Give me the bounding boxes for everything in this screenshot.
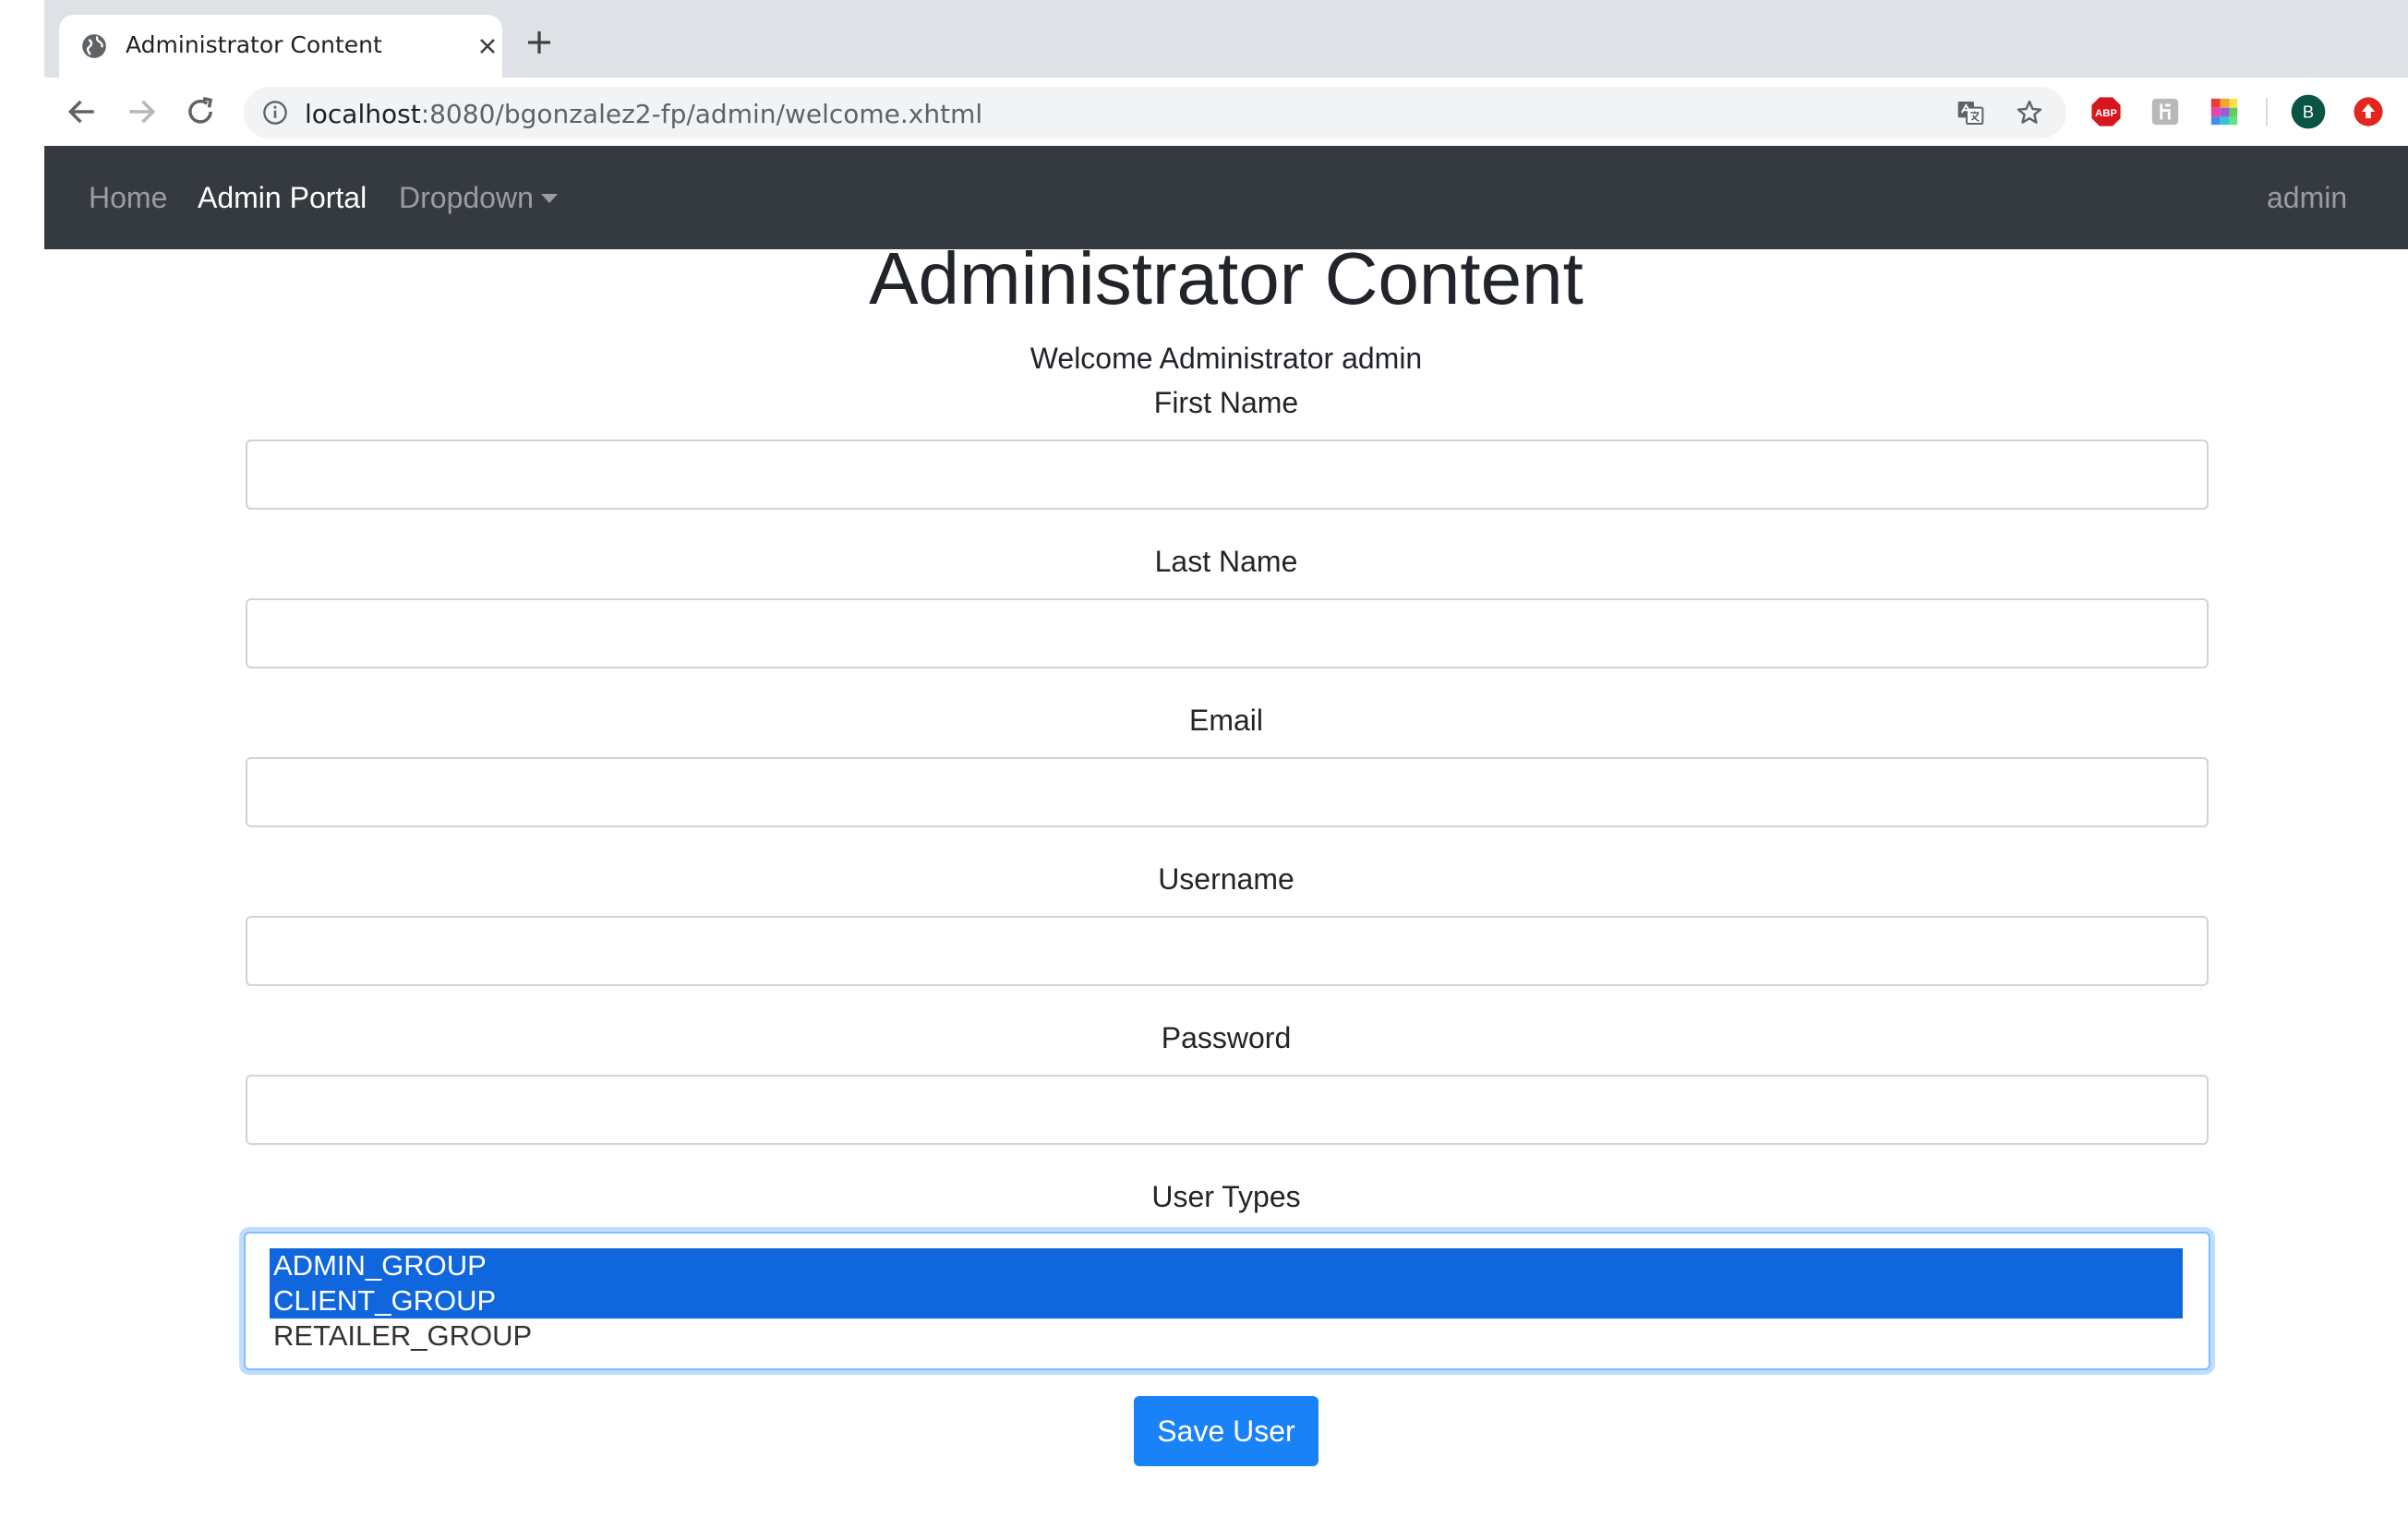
url-path: :8080/bgonzalez2-fp/admin/welcome.xhtml — [420, 99, 983, 129]
site-navbar: Home Admin Portal Dropdown admin — [44, 146, 2408, 249]
extension-icon[interactable] — [2149, 96, 2181, 127]
username-input[interactable] — [246, 916, 2209, 986]
last-name-label: Last Name — [1154, 545, 1298, 578]
abp-label: ABP — [2095, 108, 2117, 119]
toolbar-divider — [2266, 98, 2268, 126]
page-title: Administrator Content — [869, 237, 1583, 319]
user-types-multiselect[interactable]: ADMIN_GROUP CLIENT_GROUP RETAILER_GROUP — [244, 1232, 2210, 1370]
nav-dropdown-toggle[interactable]: Dropdown — [399, 181, 558, 215]
new-tab-icon[interactable] — [524, 28, 554, 57]
first-name-input[interactable] — [246, 439, 2209, 510]
browser-window: Administrator Content localhost:8080/bgo… — [44, 0, 2408, 146]
user-type-option-admin[interactable]: ADMIN_GROUP — [270, 1248, 2183, 1283]
info-icon[interactable] — [262, 100, 288, 126]
password-input[interactable] — [246, 1075, 2209, 1145]
user-type-option-retailer[interactable]: RETAILER_GROUP — [270, 1318, 2183, 1354]
last-name-input[interactable] — [246, 598, 2209, 668]
globe-icon — [82, 34, 106, 58]
reload-icon[interactable] — [183, 94, 218, 129]
bookmark-star-icon[interactable] — [2015, 98, 2044, 127]
welcome-text: Welcome Administrator admin — [1029, 342, 1423, 375]
browser-toolbar: localhost:8080/bgonzalez2-fp/admin/welco… — [44, 78, 2408, 146]
user-types-label: User Types — [1151, 1180, 1301, 1213]
color-picker-icon[interactable] — [2209, 96, 2240, 127]
close-tab-icon[interactable] — [475, 33, 500, 59]
email-label: Email — [1188, 704, 1263, 737]
tab-title: Administrator Content — [126, 31, 382, 58]
nav-home-link[interactable]: Home — [89, 181, 167, 215]
translate-icon[interactable] — [1956, 98, 1985, 127]
upload-icon[interactable] — [2353, 96, 2384, 127]
first-name-label: First Name — [1153, 386, 1299, 419]
browser-tab[interactable]: Administrator Content — [59, 15, 502, 78]
username-label: Username — [1158, 862, 1294, 896]
nav-dropdown-label: Dropdown — [399, 181, 534, 214]
profile-avatar[interactable]: B — [2290, 93, 2327, 130]
nav-user-link[interactable]: admin — [2267, 181, 2347, 215]
password-label: Password — [1161, 1021, 1292, 1054]
forward-icon[interactable] — [124, 94, 159, 129]
abp-icon[interactable]: ABP — [2090, 96, 2122, 127]
url-host: localhost — [305, 99, 421, 129]
tab-strip: Administrator Content — [44, 0, 2408, 78]
back-icon[interactable] — [65, 94, 100, 129]
user-type-option-client[interactable]: CLIENT_GROUP — [270, 1283, 2183, 1318]
save-user-button[interactable]: Save User — [1134, 1396, 1318, 1466]
profile-initial: B — [2303, 102, 2314, 122]
email-input[interactable] — [246, 757, 2209, 827]
nav-admin-portal-link[interactable]: Admin Portal — [198, 181, 367, 215]
address-bar[interactable]: localhost:8080/bgonzalez2-fp/admin/welco… — [244, 87, 2066, 138]
url-text[interactable]: localhost:8080/bgonzalez2-fp/admin/welco… — [305, 99, 982, 129]
caret-down-icon — [540, 193, 558, 203]
